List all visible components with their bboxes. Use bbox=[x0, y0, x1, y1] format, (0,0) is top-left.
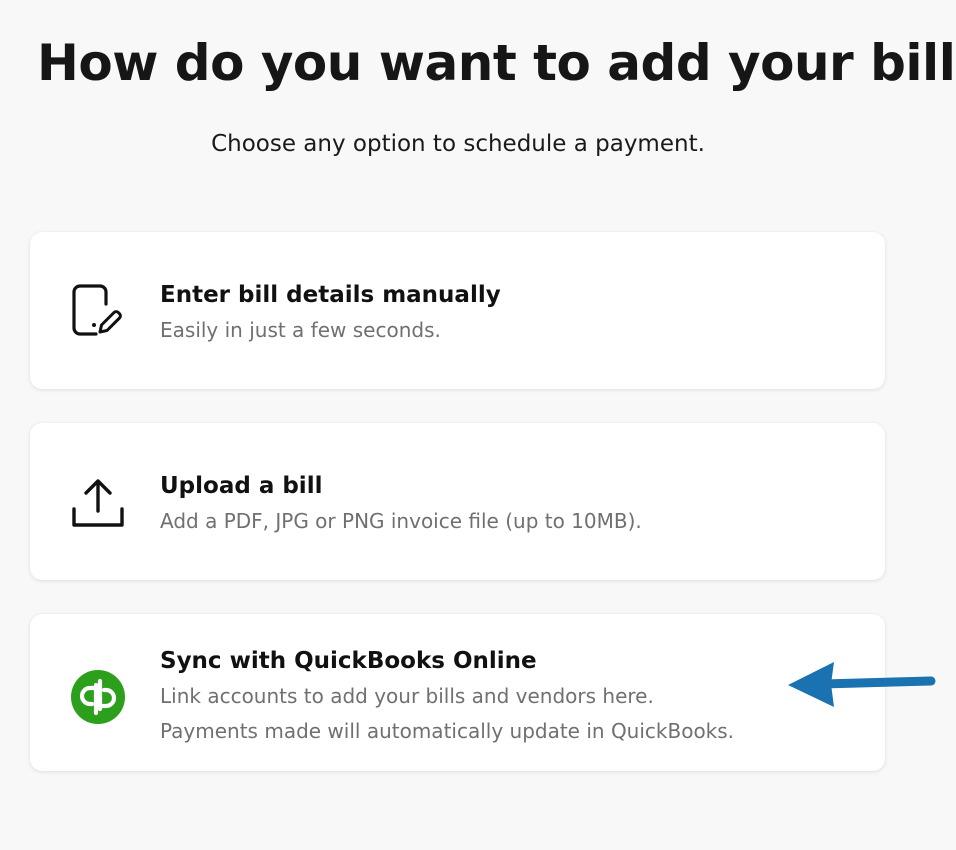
document-edit-icon bbox=[72, 284, 122, 336]
arrow-left-icon bbox=[788, 662, 936, 707]
page-subtitle: Choose any option to schedule a payment. bbox=[211, 131, 705, 157]
option-title: Upload a bill bbox=[160, 473, 323, 499]
option-upload-bill[interactable]: Upload a bill Add a PDF, JPG or PNG invo… bbox=[30, 423, 885, 580]
option-description-line: Link accounts to add your bills and vend… bbox=[160, 684, 654, 708]
option-description: Add a PDF, JPG or PNG invoice file (up t… bbox=[160, 509, 642, 533]
option-description: Link accounts to add your bills and vend… bbox=[160, 679, 865, 749]
option-title: Enter bill details manually bbox=[160, 282, 501, 308]
upload-icon bbox=[72, 479, 124, 527]
option-description-line: Payments made will automatically update … bbox=[160, 719, 735, 743]
quickbooks-logo-icon bbox=[71, 670, 125, 724]
option-sync-quickbooks[interactable]: Sync with QuickBooks Online Link account… bbox=[30, 614, 885, 771]
option-enter-manually[interactable]: Enter bill details manually Easily in ju… bbox=[30, 232, 885, 389]
option-description: Easily in just a few seconds. bbox=[160, 318, 441, 342]
option-title: Sync with QuickBooks Online bbox=[160, 648, 537, 674]
page-title: How do you want to add your bill? bbox=[37, 34, 956, 92]
